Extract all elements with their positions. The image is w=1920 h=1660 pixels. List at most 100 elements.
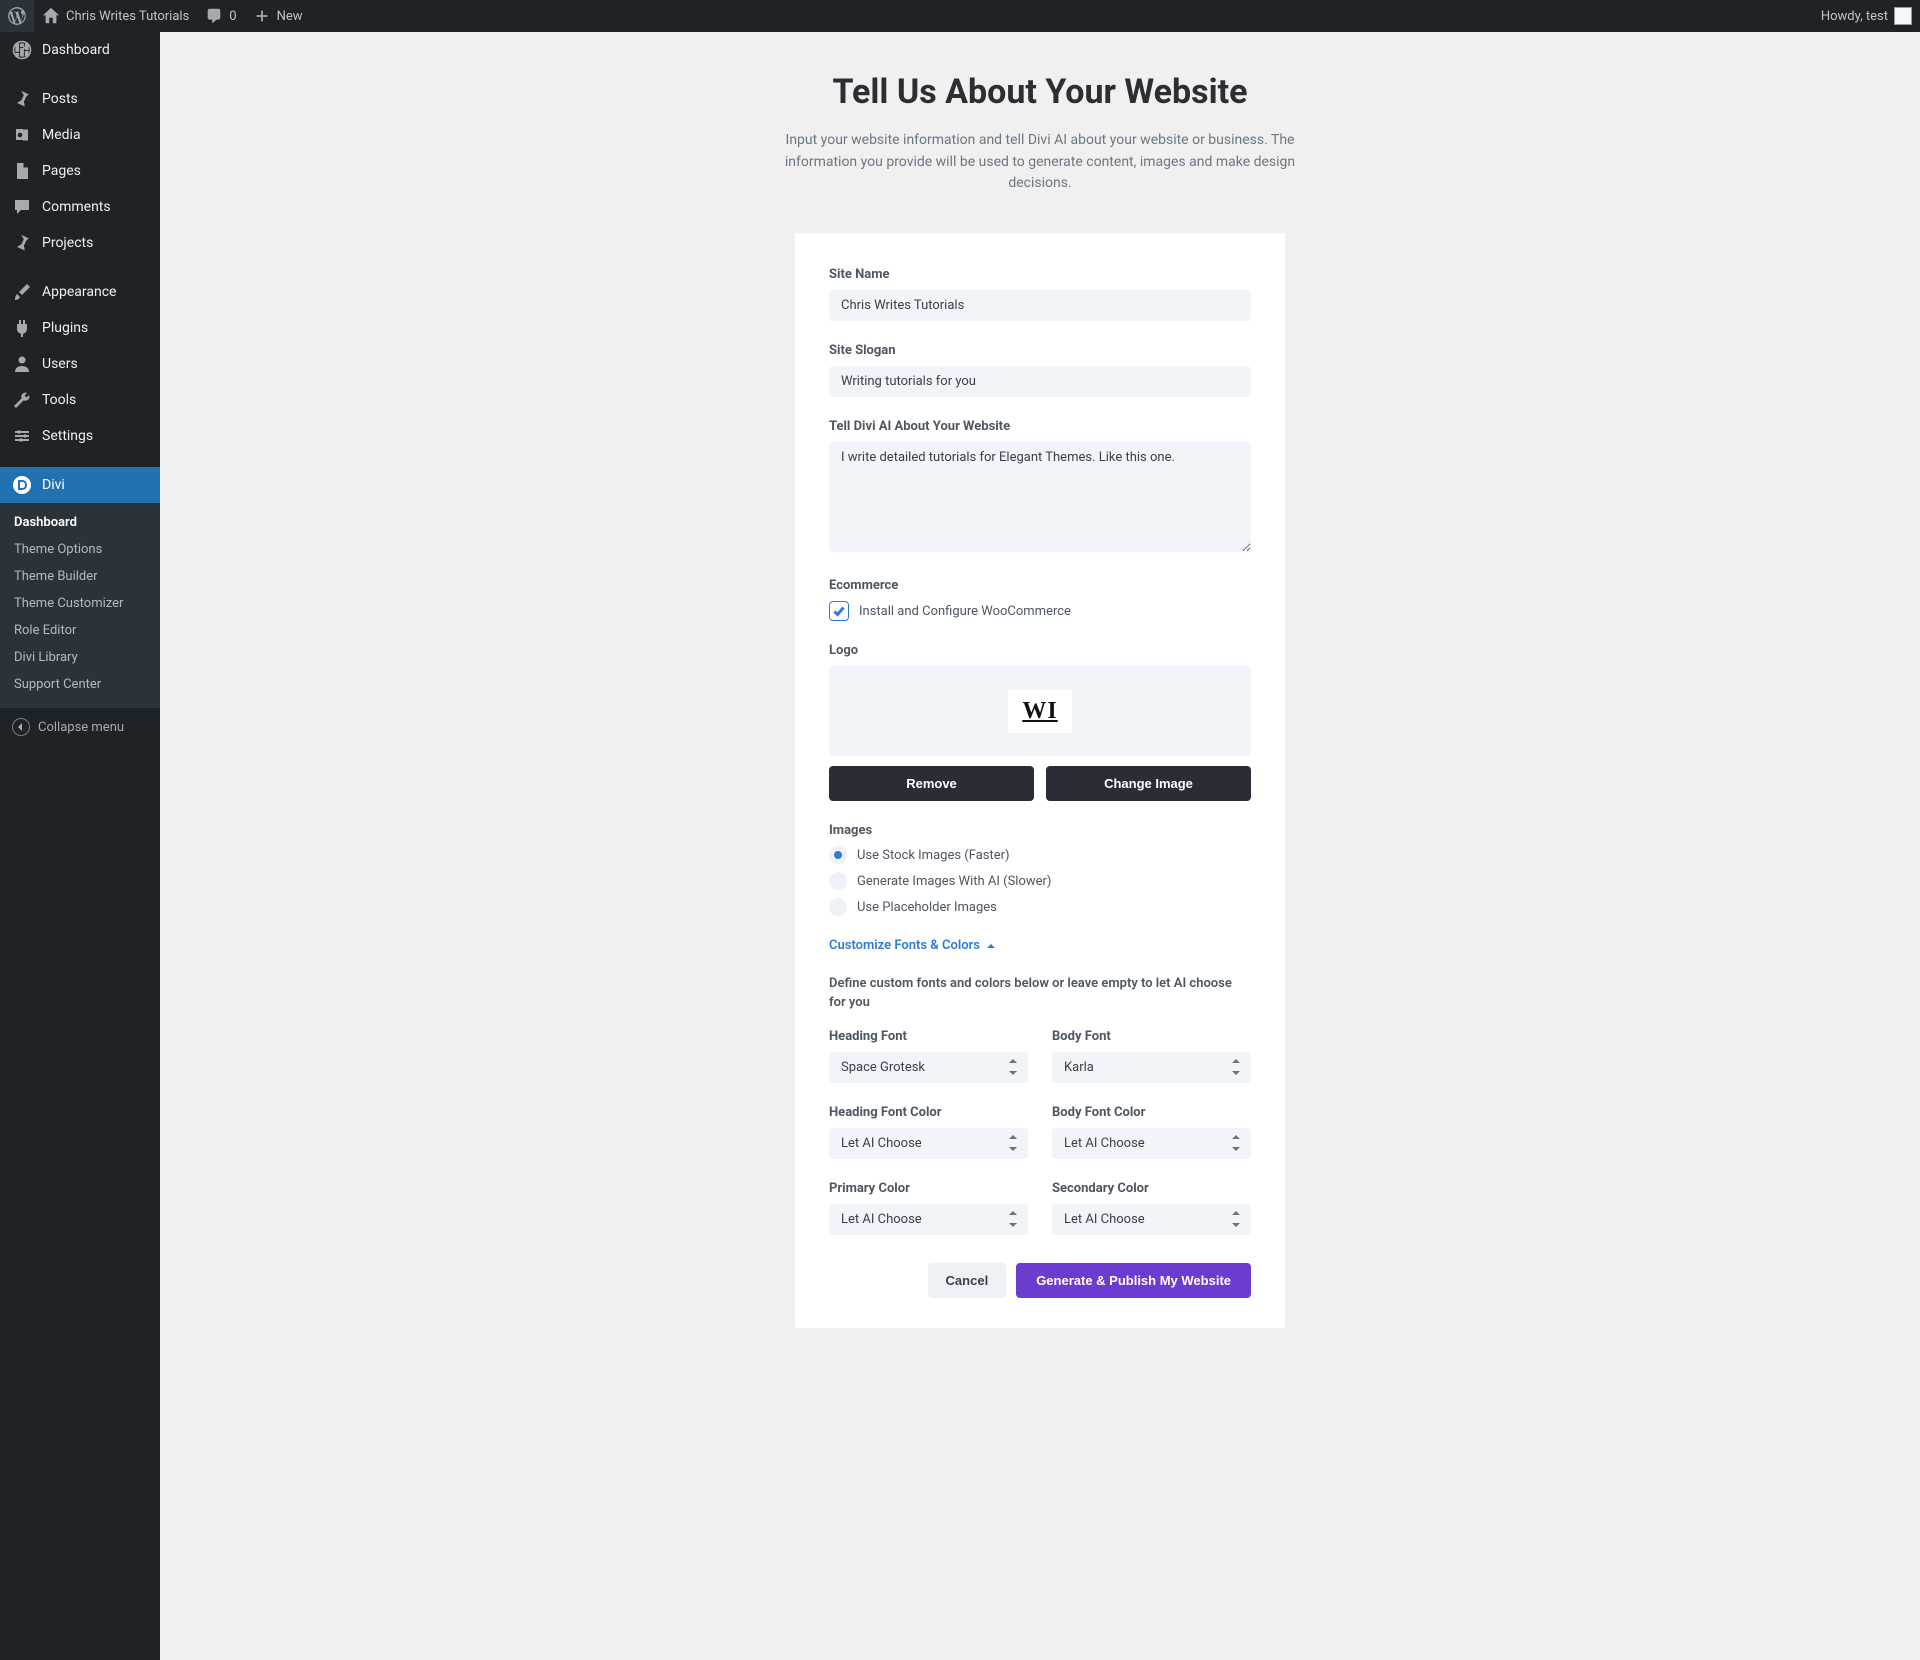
image-option-ai-radio[interactable] xyxy=(829,872,847,890)
remove-logo-button[interactable]: Remove xyxy=(829,766,1034,801)
content-area: Tell Us About Your Website Input your we… xyxy=(160,0,1920,1660)
logo-preview: WI xyxy=(829,666,1251,756)
sidebar-item-plugins[interactable]: Plugins xyxy=(0,310,160,346)
secondary-color-select[interactable]: Let AI Choose xyxy=(1052,1204,1251,1235)
page-subtitle: Input your website information and tell … xyxy=(780,130,1300,195)
plug-icon xyxy=(12,318,32,338)
menu-separator xyxy=(0,72,160,77)
page-title: Tell Us About Your Website xyxy=(690,72,1390,112)
sidebar-item-label: Divi xyxy=(42,477,65,493)
pin-icon xyxy=(12,233,32,253)
howdy-label: Howdy, test xyxy=(1821,9,1888,24)
site-slogan-label: Site Slogan xyxy=(829,343,1251,358)
body-color-select[interactable]: Let AI Choose xyxy=(1052,1128,1251,1159)
heading-font-select[interactable]: Space Grotesk xyxy=(829,1052,1028,1083)
image-option-label: Generate Images With AI (Slower) xyxy=(857,874,1051,889)
body-color-label: Body Font Color xyxy=(1052,1105,1251,1120)
sidebar-item-dashboard[interactable]: Dashboard xyxy=(0,32,160,68)
sidebar-item-posts[interactable]: Posts xyxy=(0,81,160,117)
user-icon xyxy=(12,354,32,374)
comments-count: 0 xyxy=(229,9,236,24)
generate-publish-button[interactable]: Generate & Publish My Website xyxy=(1016,1263,1251,1298)
sidebar-item-comments[interactable]: Comments xyxy=(0,189,160,225)
sidebar-item-media[interactable]: Media xyxy=(0,117,160,153)
submenu-item-support-center[interactable]: Support Center xyxy=(0,671,160,698)
sidebar-item-projects[interactable]: Projects xyxy=(0,225,160,261)
account-menu[interactable]: Howdy, test xyxy=(1813,0,1920,32)
menu-separator xyxy=(0,458,160,463)
sidebar-item-label: Users xyxy=(42,356,78,372)
submenu-item-role-editor[interactable]: Role Editor xyxy=(0,617,160,644)
dashboard-icon xyxy=(12,40,32,60)
body-font-select[interactable]: Karla xyxy=(1052,1052,1251,1083)
wordpress-icon xyxy=(8,7,26,25)
collapse-menu-button[interactable]: Collapse menu xyxy=(0,708,160,746)
woocommerce-checkbox-label: Install and Configure WooCommerce xyxy=(859,604,1071,619)
sidebar-item-appearance[interactable]: Appearance xyxy=(0,274,160,310)
logo-label: Logo xyxy=(829,643,1251,658)
sidebar-item-pages[interactable]: Pages xyxy=(0,153,160,189)
heading-color-select[interactable]: Let AI Choose xyxy=(829,1128,1028,1159)
caret-up-icon xyxy=(986,941,996,951)
site-title: Chris Writes Tutorials xyxy=(66,9,189,24)
submenu-item-dashboard[interactable]: Dashboard xyxy=(0,509,160,536)
avatar xyxy=(1894,7,1912,25)
pages-icon xyxy=(12,161,32,181)
sidebar-item-label: Posts xyxy=(42,91,78,107)
primary-color-label: Primary Color xyxy=(829,1181,1028,1196)
submenu-item-theme-options[interactable]: Theme Options xyxy=(0,536,160,563)
collapse-menu-label: Collapse menu xyxy=(38,720,124,735)
collapse-icon xyxy=(12,718,30,736)
sidebar-item-label: Settings xyxy=(42,428,93,444)
sidebar-item-settings[interactable]: Settings xyxy=(0,418,160,454)
submenu-item-divi-library[interactable]: Divi Library xyxy=(0,644,160,671)
new-label: New xyxy=(277,9,303,24)
comments-link[interactable]: 0 xyxy=(197,0,244,32)
menu-separator xyxy=(0,265,160,270)
wp-logo-menu[interactable] xyxy=(0,0,34,32)
brush-icon xyxy=(12,282,32,302)
sliders-icon xyxy=(12,426,32,446)
images-label: Images xyxy=(829,823,1251,838)
comment-bubble-icon xyxy=(205,7,223,25)
sidebar-item-users[interactable]: Users xyxy=(0,346,160,382)
sidebar-item-label: Tools xyxy=(42,392,76,408)
heading-color-label: Heading Font Color xyxy=(829,1105,1028,1120)
image-option-placeholder-radio[interactable] xyxy=(829,898,847,916)
submenu-item-theme-builder[interactable]: Theme Builder xyxy=(0,563,160,590)
heading-font-label: Heading Font xyxy=(829,1029,1028,1044)
site-slogan-input[interactable] xyxy=(829,366,1251,397)
sidebar-item-label: Media xyxy=(42,127,81,143)
form-card: Site Name Site Slogan Tell Divi AI About… xyxy=(795,233,1285,1328)
change-logo-button[interactable]: Change Image xyxy=(1046,766,1251,801)
admin-sidebar: Dashboard Posts Media Pages Comments Pro… xyxy=(0,32,160,1660)
check-icon xyxy=(833,605,845,617)
sidebar-item-label: Pages xyxy=(42,163,81,179)
about-textarea[interactable]: I write detailed tutorials for Elegant T… xyxy=(829,442,1251,552)
submenu-item-theme-customizer[interactable]: Theme Customizer xyxy=(0,590,160,617)
sidebar-item-divi[interactable]: Divi xyxy=(0,467,160,503)
sidebar-item-tools[interactable]: Tools xyxy=(0,382,160,418)
admin-toolbar: Chris Writes Tutorials 0 New Howdy, test xyxy=(0,0,1920,32)
sidebar-item-label: Appearance xyxy=(42,284,116,300)
woocommerce-checkbox[interactable] xyxy=(829,601,849,621)
media-icon xyxy=(12,125,32,145)
ecommerce-label: Ecommerce xyxy=(829,578,1251,593)
primary-color-select[interactable]: Let AI Choose xyxy=(829,1204,1028,1235)
site-name-label: Site Name xyxy=(829,267,1251,282)
image-option-label: Use Stock Images (Faster) xyxy=(857,848,1010,863)
home-icon xyxy=(42,7,60,25)
site-name-link[interactable]: Chris Writes Tutorials xyxy=(34,0,197,32)
sidebar-item-label: Projects xyxy=(42,235,93,251)
image-option-stock-radio[interactable] xyxy=(829,846,847,864)
new-content-link[interactable]: New xyxy=(245,0,311,32)
site-name-input[interactable] xyxy=(829,290,1251,321)
customize-fonts-colors-toggle[interactable]: Customize Fonts & Colors xyxy=(829,938,996,953)
divi-submenu: Dashboard Theme Options Theme Builder Th… xyxy=(0,503,160,708)
cancel-button[interactable]: Cancel xyxy=(928,1263,1007,1298)
logo-image: WI xyxy=(1008,690,1071,733)
image-option-label: Use Placeholder Images xyxy=(857,900,997,915)
comment-icon xyxy=(12,197,32,217)
divi-icon xyxy=(12,475,32,495)
sidebar-item-label: Comments xyxy=(42,199,111,215)
